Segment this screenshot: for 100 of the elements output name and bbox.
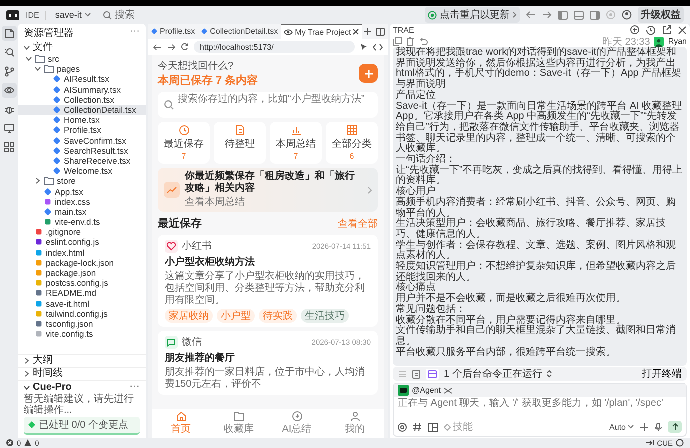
copy-icon[interactable]	[393, 37, 402, 46]
file-tree-item[interactable]: index.html	[18, 248, 146, 258]
tag-chip: 待实践	[259, 309, 297, 323]
file-tree-item[interactable]: AIResult.tsx	[18, 74, 146, 85]
file-tree-item[interactable]: .gitignore	[18, 227, 146, 238]
file-tree-item[interactable]: README.md	[18, 288, 146, 298]
file-tree-item[interactable]: pages	[18, 64, 146, 74]
file-tree-item[interactable]: main.tsx	[18, 206, 146, 217]
editor-tab[interactable]: My Trae Project	[281, 24, 362, 39]
send-button[interactable]	[668, 421, 682, 433]
nav-tab[interactable]: AI总结	[268, 411, 326, 436]
insight-banner[interactable]: 你最近频繁保存「租房改造」和「旅行攻略」相关内容 查看本周总结	[158, 168, 378, 212]
file-tree-item[interactable]: src	[18, 54, 146, 64]
background-task-status[interactable]: 1 个后台命令正在运行	[444, 367, 542, 381]
file-tree-item[interactable]: eslint.config.js	[18, 237, 146, 248]
microphone-icon[interactable]	[655, 422, 662, 432]
file-tree-item[interactable]: package.json	[18, 268, 146, 278]
activity-bar-button[interactable]	[2, 121, 16, 136]
eye-icon	[284, 28, 294, 36]
close-icon[interactable]	[353, 29, 360, 35]
history-icon[interactable]	[646, 25, 656, 35]
message-paragraph: 用户并不是不会收藏，而是收藏之后很难再次使用。	[396, 294, 627, 304]
activity-bar-button[interactable]	[2, 83, 16, 98]
close-icon[interactable]	[678, 26, 687, 34]
file-tree-item[interactable]: tailwind.config.js	[18, 308, 146, 319]
expand-icon[interactable]	[547, 370, 552, 378]
file-tree-item[interactable]: vite-env.d.ts	[18, 217, 146, 228]
insight-link[interactable]: 查看本周总结	[185, 195, 363, 209]
back-arrow-icon[interactable]	[526, 11, 536, 19]
project-dropdown[interactable]: save-it	[52, 9, 94, 21]
split-view-icon[interactable]	[376, 28, 385, 36]
tag-chip: 家居收纳	[165, 309, 213, 323]
section-header[interactable]: 文件	[18, 42, 146, 54]
file-tree-item[interactable]: Home.tsx	[18, 115, 146, 126]
file-tree-item[interactable]: AISummary.tsx	[18, 84, 146, 95]
message-time: 昨天 23:33	[602, 36, 650, 48]
quick-access-tile[interactable]: 本周总结 7	[270, 122, 322, 164]
file-tree-item[interactable]: store	[18, 176, 146, 186]
editor-tab[interactable]: Profile.tsx	[148, 24, 198, 39]
search-button[interactable]: 搜索	[100, 7, 138, 23]
agent-selector[interactable]: @Agent	[412, 386, 442, 395]
new-chat-icon[interactable]	[630, 25, 640, 35]
update-button[interactable]: 点击重启以更新	[425, 7, 520, 23]
forward-arrow-icon[interactable]	[167, 44, 176, 50]
file-tree-item[interactable]: save-it.html	[18, 298, 146, 309]
search-field[interactable]: 搜索你存过的内容，比如“小户型收纳方法”	[158, 92, 378, 118]
quick-access-tile[interactable]: 最近保存 7	[158, 122, 210, 164]
code-icon[interactable]	[373, 44, 383, 50]
forward-arrow-icon[interactable]	[542, 11, 552, 19]
document-icon[interactable]	[412, 370, 421, 378]
url-field[interactable]: http://localhost:5173/	[194, 41, 355, 53]
file-tree-item[interactable]: package-lock.json	[18, 258, 146, 268]
collapsed-section[interactable]: 时间线	[18, 367, 146, 380]
model-dropdown[interactable]: Auto	[610, 422, 634, 432]
arrow-to-line-icon[interactable]	[646, 440, 654, 446]
file-tree-item[interactable]: ShareReceive.tsx	[18, 156, 146, 166]
add-button[interactable]	[359, 64, 378, 83]
pointer-icon[interactable]	[360, 43, 368, 51]
open-terminal-button[interactable]: 打开终端	[642, 367, 682, 381]
more-menu[interactable]: ···	[130, 26, 140, 40]
reload-icon[interactable]	[181, 43, 189, 51]
file-tree-item[interactable]: postcss.config.js	[18, 278, 146, 288]
tile-label: 最近保存	[164, 138, 204, 151]
add-tab-icon[interactable]	[364, 28, 372, 36]
tile-label: 本周总结	[276, 138, 316, 151]
more-menu[interactable]: ···	[130, 382, 140, 393]
trash-icon[interactable]	[406, 37, 415, 46]
left-panel-icon[interactable]	[558, 10, 568, 20]
activity-bar-button[interactable]	[2, 140, 16, 155]
back-arrow-icon[interactable]	[153, 44, 162, 50]
right-panel-icon[interactable]	[590, 10, 600, 20]
file-tree-item[interactable]: index.css	[18, 196, 146, 207]
file-tree-item[interactable]: tsconfig.json	[18, 318, 146, 330]
quick-access-tile[interactable]: 待整理	[214, 122, 266, 164]
file-tree-item[interactable]: Welcome.tsx	[18, 166, 146, 176]
section-header[interactable]: Cue-Pro	[24, 382, 72, 393]
error-icon[interactable]	[6, 439, 14, 447]
external-link-icon[interactable]	[662, 25, 672, 35]
terminal-icon[interactable]	[426, 368, 439, 380]
file-tree-item[interactable]: SearchResult.tsx	[18, 146, 146, 156]
file-tree-item[interactable]: SaveConfirm.tsx	[18, 136, 146, 146]
file-tree-item[interactable]: Profile.tsx	[18, 125, 146, 136]
file-tree-item[interactable]: App.tsx	[18, 186, 146, 197]
undo-icon[interactable]	[419, 37, 428, 46]
file-tree-item[interactable]: vite.config.ts	[18, 329, 146, 340]
nav-tab[interactable]: 收藏库	[210, 411, 268, 436]
bottom-panel-icon[interactable]	[574, 10, 584, 20]
hash-icon[interactable]	[413, 422, 422, 432]
collapsed-section[interactable]: 大纲	[18, 354, 146, 367]
activity-bar-button[interactable]	[2, 26, 16, 41]
quick-access-tile[interactable]: 全部分类 6	[326, 122, 378, 164]
mode-label[interactable]: IDE	[26, 10, 46, 20]
file-tree-item[interactable]: Collection.tsx	[18, 94, 146, 105]
editor-tab[interactable]: CollectionDetail.tsx	[198, 24, 282, 39]
nav-tab[interactable]: 我的	[326, 411, 384, 436]
upgrade-button[interactable]: 升级权益	[638, 7, 684, 23]
mention-icon[interactable]	[398, 422, 407, 432]
account-icon[interactable]	[622, 10, 632, 20]
card-description: 这篇文章分享了小户型衣柜收纳的实用技巧，包括空间利用、分类整理等方法，帮助充分利用有限空间。	[165, 271, 366, 307]
file-tree-item[interactable]: CollectionDetail.tsx	[18, 104, 146, 116]
